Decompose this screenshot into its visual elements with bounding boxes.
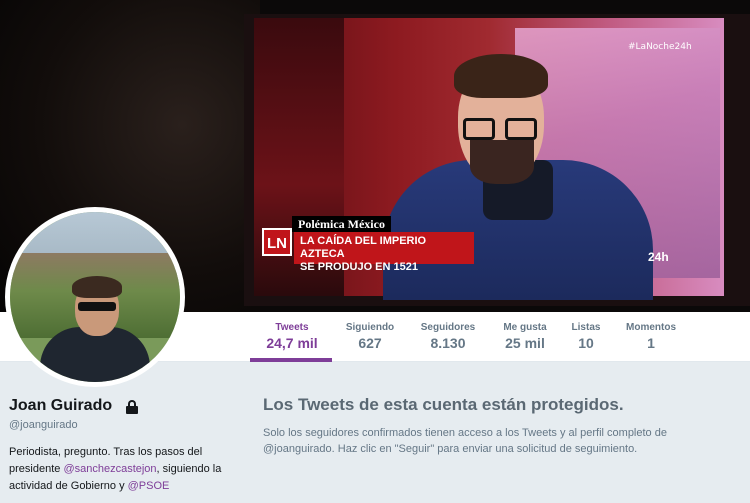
avatar-body: [40, 327, 150, 382]
protected-description: Solo los seguidores confirmados tienen a…: [263, 427, 667, 455]
channel-logo: 24h: [648, 250, 669, 264]
nav-moments[interactable]: Momentos 1: [622, 322, 680, 352]
nav-tweets-value: 24,7 mil: [266, 335, 318, 351]
lower-third-headline: LA CAÍDA DEL IMPERIO AZTECA SE PRODUJO E…: [294, 232, 474, 273]
bio-mention-psoe[interactable]: @PSOE: [128, 480, 170, 492]
lower-third-title: Polémica México: [292, 216, 391, 232]
profile-handle[interactable]: @joanguirado: [9, 419, 78, 431]
active-tab-indicator: [250, 358, 332, 362]
nav-lists[interactable]: Listas 10: [565, 322, 607, 352]
nav-following-value: 627: [358, 335, 382, 351]
nav-followers-label: Seguidores: [420, 322, 476, 333]
nav-lists-label: Listas: [571, 322, 601, 333]
avatar[interactable]: [5, 207, 185, 387]
nav-moments-label: Momentos: [626, 322, 676, 333]
avatar-hair: [72, 276, 122, 298]
tv-hashtag: #LaNoche24h: [628, 42, 692, 52]
nav-likes-label: Me gusta: [503, 322, 547, 333]
lower-third-logo: LN: [262, 228, 292, 256]
presenter-hair: [454, 54, 548, 98]
presenter-beard: [470, 140, 534, 184]
nav-followers[interactable]: Seguidores 8.130: [415, 322, 481, 352]
nav-moments-value: 1: [647, 335, 655, 351]
lower-third-line2: SE PRODUJO EN 1521: [300, 261, 418, 273]
bio-mention-sanchezcastejon[interactable]: @sanchezcastejon: [63, 463, 156, 475]
profile-bio: Periodista, pregunto. Tras los pasos del…: [9, 444, 249, 495]
nav-tweets-label: Tweets: [275, 322, 309, 333]
profile-name[interactable]: Joan Guirado: [9, 397, 112, 415]
nav-likes-value: 25 mil: [505, 335, 545, 351]
nav-following-label: Siguiendo: [345, 322, 395, 333]
nav-likes[interactable]: Me gusta 25 mil: [495, 322, 555, 352]
nav-following[interactable]: Siguiendo 627: [340, 322, 400, 352]
avatar-sunglasses: [78, 302, 116, 311]
lock-icon: [125, 400, 139, 414]
protected-title: Los Tweets de esta cuenta están protegid…: [263, 395, 624, 414]
presenter-glasses: [463, 118, 541, 140]
nav-followers-value: 8.130: [430, 335, 466, 351]
nav-tweets[interactable]: Tweets 24,7 mil: [262, 322, 322, 352]
lower-third-line1: LA CAÍDA DEL IMPERIO AZTECA: [300, 235, 427, 260]
nav-lists-value: 10: [578, 335, 594, 351]
